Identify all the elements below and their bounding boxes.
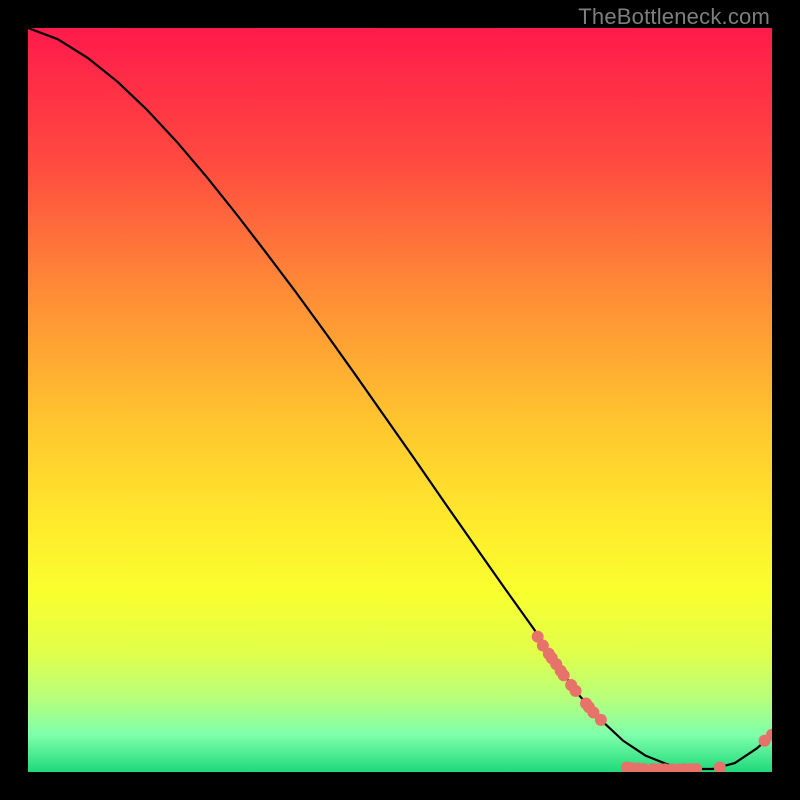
watermark-text: TheBottleneck.com [578,4,770,30]
gradient-background [28,28,772,772]
data-point [558,669,570,681]
chart-frame [28,28,772,772]
data-point [595,714,607,726]
data-point [570,685,582,697]
chart-svg [28,28,772,772]
